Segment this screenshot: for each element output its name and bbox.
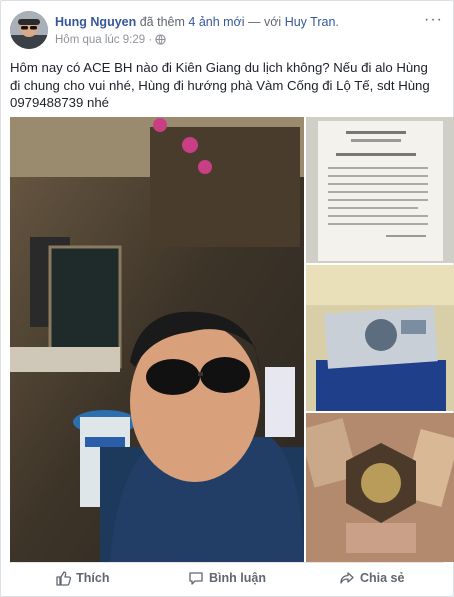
photo-grid — [10, 117, 454, 562]
action-bar: Thích Bình luận Chia sẻ — [10, 562, 444, 592]
meta-separator: · — [148, 34, 153, 46]
photo-main[interactable] — [10, 117, 304, 562]
post-header: Hung Nguyen đã thêm 4 ảnh mới — với Huy … — [10, 11, 445, 51]
action-text: đã thêm — [139, 15, 185, 29]
post-message: Hôm nay có ACE BH nào đi Kiên Giang du l… — [10, 60, 430, 110]
avatar[interactable] — [10, 11, 48, 49]
photo-document[interactable] — [306, 117, 454, 263]
comment-label: Bình luận — [209, 570, 266, 585]
like-button[interactable]: Thích — [10, 563, 155, 592]
tagged-user-link[interactable]: Huy Tran — [285, 15, 336, 29]
share-icon — [339, 570, 355, 586]
comment-icon — [188, 570, 204, 586]
author-link[interactable]: Hung Nguyen — [55, 15, 136, 29]
photo-coins[interactable] — [306, 413, 454, 562]
title-suffix: . — [335, 15, 339, 29]
comment-button[interactable]: Bình luận — [155, 563, 300, 592]
photo-banknote[interactable] — [306, 265, 454, 411]
share-label: Chia sẻ — [359, 570, 405, 585]
post-meta: Hôm qua lúc 9:29 · — [55, 32, 167, 50]
share-button[interactable]: Chia sẻ — [299, 563, 444, 592]
like-label: Thích — [76, 570, 110, 585]
timestamp-link[interactable]: Hôm qua lúc 9:29 — [55, 34, 145, 46]
post-title-line: Hung Nguyen đã thêm 4 ảnh mới — với Huy … — [55, 14, 339, 30]
with-text: — với — [248, 15, 282, 29]
globe-icon[interactable] — [155, 34, 167, 50]
thumbs-up-icon — [55, 570, 72, 586]
more-options-icon[interactable]: ··· — [424, 11, 443, 29]
photo-count-link[interactable]: 4 ảnh mới — [188, 15, 244, 29]
post-card: Hung Nguyen đã thêm 4 ảnh mới — với Huy … — [0, 0, 454, 597]
